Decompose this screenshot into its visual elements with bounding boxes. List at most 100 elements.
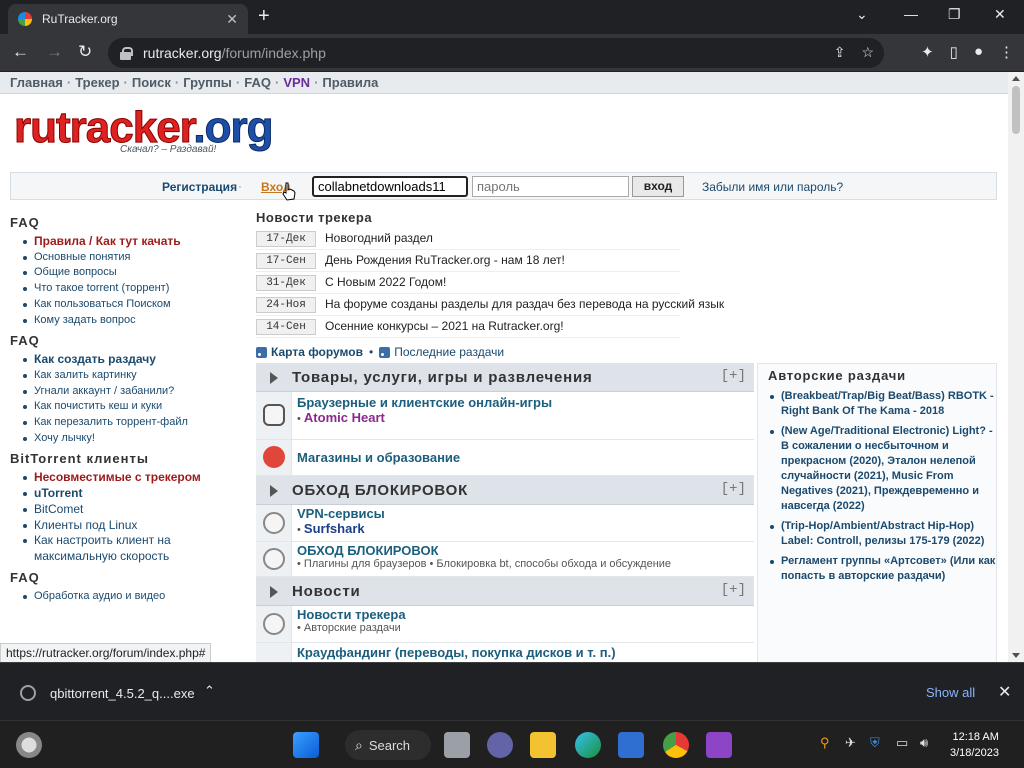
scroll-thumb[interactable] <box>1012 86 1020 134</box>
expand-toggle[interactable]: [+] <box>721 582 746 598</box>
taskbar-search[interactable]: ⌕ Search <box>345 730 431 760</box>
share-icon[interactable]: ⇪ <box>834 44 846 61</box>
subforum-link[interactable]: Плагины для браузеров <box>304 558 427 570</box>
expand-arrow-icon[interactable] <box>270 485 278 497</box>
reload-button[interactable]: ↻ <box>78 43 92 61</box>
password-input[interactable] <box>472 176 629 197</box>
volume-icon[interactable]: 🔊︎ <box>920 735 928 751</box>
profile-icon[interactable]: ● <box>974 43 983 61</box>
nav-rules[interactable]: Правила <box>322 75 378 90</box>
forum-map-link[interactable]: Карта форумов <box>271 345 363 359</box>
expand-toggle[interactable]: [+] <box>721 481 746 497</box>
category-title[interactable]: Новости <box>292 583 361 600</box>
page-scrollbar[interactable] <box>1008 72 1024 662</box>
scroll-up-icon[interactable] <box>1012 76 1020 81</box>
username-input[interactable] <box>312 176 468 197</box>
close-download-bar-icon[interactable]: ✕ <box>998 682 1011 702</box>
forum-title[interactable]: Новости трекера <box>297 607 754 622</box>
list-item[interactable]: Хочу лычку! <box>20 431 242 447</box>
news-row[interactable]: 24-Ноя На форуме созданы разделы для разд… <box>256 294 724 316</box>
list-item[interactable]: Общие вопросы <box>20 265 242 281</box>
subforum-link[interactable]: Авторские раздачи <box>304 622 401 634</box>
show-all-downloads-button[interactable]: Show all <box>926 685 975 700</box>
nav-vpn[interactable]: VPN <box>283 75 310 90</box>
category-header[interactable]: Новости [+] <box>256 577 754 606</box>
network-off-icon[interactable]: ✈ <box>845 735 856 751</box>
file-explorer-icon[interactable] <box>530 732 556 758</box>
browser-tab[interactable]: RuTracker.org ✕ <box>8 4 248 34</box>
list-item[interactable]: Как залить картинку <box>20 368 242 384</box>
list-item[interactable]: Как пользоваться Поиском <box>20 297 242 313</box>
nav-home[interactable]: Главная <box>10 75 63 90</box>
close-window-button[interactable]: ✕ <box>994 6 1006 23</box>
nav-groups[interactable]: Группы <box>183 75 232 90</box>
news-row[interactable]: 17-Дек Новогодний раздел <box>256 228 680 250</box>
restore-button[interactable]: ❐ <box>948 6 961 23</box>
download-options-chevron-icon[interactable]: ⌃ <box>204 683 215 699</box>
list-item[interactable]: Как перезалить торрент-файл <box>20 415 242 431</box>
download-filename[interactable]: qbittorrent_4.5.2_q....exe <box>50 686 195 701</box>
chrome-icon[interactable] <box>663 732 689 758</box>
site-logo[interactable]: rutracker.org Скачал? – Раздавай! <box>13 105 273 164</box>
visual-studio-icon[interactable] <box>706 732 732 758</box>
news-text[interactable]: С Новым 2022 Годом! <box>325 275 446 289</box>
forum-title[interactable]: Браузерные и клиентские онлайн-игры <box>297 395 754 410</box>
system-clock[interactable]: 12:18 AM 3/18/2023 <box>950 729 999 761</box>
list-item[interactable]: Кому задать вопрос <box>20 313 242 329</box>
list-item[interactable]: Как настроить клиент на максимальную ско… <box>20 533 242 564</box>
list-item[interactable]: (Trip-Hop/Ambient/Abstract Hip-Hop) Labe… <box>766 519 996 549</box>
list-item[interactable]: Несовместимые с трекером <box>20 470 242 486</box>
extensions-icon[interactable]: ✦ <box>921 43 934 61</box>
category-title[interactable]: Товары, услуги, игры и развлечения <box>292 369 593 386</box>
news-row[interactable]: 14-Сен Осенние конкурсы – 2021 на Rutrack… <box>256 316 680 338</box>
category-header[interactable]: Товары, услуги, игры и развлечения [+] <box>256 363 754 392</box>
list-item[interactable]: Клиенты под Linux <box>20 518 242 534</box>
news-text[interactable]: День Рождения RuTracker.org - нам 18 лет… <box>325 253 565 267</box>
subforum-link[interactable]: Блокировка bt, способы обхода и обсужден… <box>436 558 671 570</box>
expand-arrow-icon[interactable] <box>270 586 278 598</box>
list-item[interactable]: uTorrent <box>20 486 242 502</box>
menu-icon[interactable]: ⋮ <box>999 43 1014 61</box>
start-icon[interactable] <box>293 732 319 758</box>
forum-title[interactable]: Краудфандинг (переводы, покупка дисков и… <box>297 645 754 660</box>
forum-title[interactable]: Магазины и образование <box>297 450 754 465</box>
news-text[interactable]: На форуме созданы разделы для раздач без… <box>325 297 724 311</box>
news-text[interactable]: Новогодний раздел <box>325 231 433 245</box>
task-view-icon[interactable] <box>444 732 470 758</box>
list-item[interactable]: Угнали аккаунт / забанили? <box>20 384 242 400</box>
list-item[interactable]: Что такое torrent (торрент) <box>20 281 242 297</box>
category-title[interactable]: ОБХОД БЛОКИРОВОК <box>292 482 468 499</box>
list-item[interactable]: Регламент группы «Артсовет» (Или как поп… <box>766 554 996 584</box>
subforum-link[interactable]: Atomic Heart <box>304 410 385 425</box>
subforum-link[interactable]: Surfshark <box>304 521 365 536</box>
news-text[interactable]: Осенние конкурсы – 2021 на Rutracker.org… <box>325 319 564 333</box>
list-item[interactable]: Правила / Как тут качать <box>20 234 242 250</box>
list-item[interactable]: Основные понятия <box>20 250 242 266</box>
side-panel-icon[interactable]: ▯ <box>950 43 958 61</box>
chat-icon[interactable] <box>487 732 513 758</box>
register-link[interactable]: Регистрация <box>162 180 237 194</box>
news-row[interactable]: 31-Дек С Новым 2022 Годом! <box>256 272 680 294</box>
list-item[interactable]: Обработка аудио и видео <box>20 589 242 605</box>
news-row[interactable]: 17-Сен День Рождения RuTracker.org - нам … <box>256 250 680 272</box>
list-item[interactable]: (New Age/Traditional Electronic) Light? … <box>766 424 996 514</box>
forum-title[interactable]: ОБХОД БЛОКИРОВОК <box>297 543 754 558</box>
forgot-password-link[interactable]: Забыли имя или пароль? <box>702 180 843 194</box>
store-icon[interactable] <box>618 732 644 758</box>
download-item[interactable]: qbittorrent_4.5.2_q....exe <box>20 685 195 701</box>
app-tray-icon[interactable]: ⚲ <box>820 735 830 751</box>
back-button[interactable]: ← <box>12 43 29 61</box>
forum-title[interactable]: VPN-сервисы <box>297 506 754 521</box>
recent-releases-link[interactable]: Последние раздачи <box>394 345 504 359</box>
forward-button[interactable]: → <box>46 43 63 61</box>
address-bar[interactable]: rutracker.org/forum/index.php ⇪ ☆ <box>108 38 884 68</box>
new-tab-button[interactable]: + <box>258 6 270 26</box>
list-item[interactable]: Как создать раздачу <box>20 352 242 368</box>
list-item[interactable]: (Breakbeat/Trap/Big Beat/Bass) RBOTK - R… <box>766 389 996 419</box>
bookmark-star-icon[interactable]: ☆ <box>861 44 874 61</box>
nav-tracker[interactable]: Трекер <box>75 75 119 90</box>
login-submit-button[interactable]: вход <box>632 176 684 197</box>
display-icon[interactable]: ▭ <box>896 735 908 751</box>
edge-icon[interactable] <box>575 732 601 758</box>
list-item[interactable]: BitComet <box>20 502 242 518</box>
